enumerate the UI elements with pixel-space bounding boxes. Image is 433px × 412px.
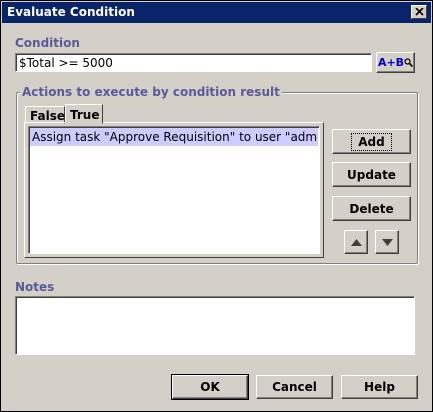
delete-button-label: Delete bbox=[349, 201, 394, 216]
arrow-up-icon bbox=[350, 238, 362, 246]
tab-true[interactable]: True bbox=[65, 104, 103, 124]
actions-group-label: Actions to execute by condition result bbox=[20, 85, 282, 99]
tab-true-label: True bbox=[70, 108, 100, 122]
expression-button-label: A+B bbox=[377, 56, 405, 69]
actions-list[interactable]: Assign task "Approve Requisition" to use… bbox=[28, 126, 320, 254]
tab-panel-true: Assign task "Approve Requisition" to use… bbox=[24, 122, 324, 258]
notes-label: Notes bbox=[15, 280, 55, 294]
evaluate-condition-dialog: Evaluate Condition Condition A+B Actions… bbox=[0, 0, 433, 412]
title-bar[interactable]: Evaluate Condition bbox=[2, 2, 431, 23]
close-button[interactable] bbox=[411, 5, 427, 19]
notes-field[interactable] bbox=[15, 296, 415, 355]
update-button-label: Update bbox=[347, 167, 396, 182]
move-up-button[interactable] bbox=[344, 230, 368, 254]
condition-input[interactable] bbox=[16, 54, 371, 71]
cancel-button[interactable]: Cancel bbox=[256, 375, 333, 399]
magnifier-icon bbox=[404, 58, 414, 67]
ok-button[interactable]: OK bbox=[171, 374, 249, 400]
expression-builder-button[interactable]: A+B bbox=[376, 52, 415, 73]
add-button-label: Add bbox=[351, 132, 392, 151]
tab-false-label: False bbox=[30, 109, 65, 123]
help-button[interactable]: Help bbox=[341, 375, 418, 399]
help-button-label: Help bbox=[364, 380, 395, 394]
condition-field[interactable] bbox=[15, 53, 372, 72]
list-item[interactable]: Assign task "Approve Requisition" to use… bbox=[30, 128, 318, 146]
move-down-button[interactable] bbox=[375, 230, 399, 254]
arrow-down-icon bbox=[381, 238, 393, 246]
delete-button[interactable]: Delete bbox=[332, 196, 411, 221]
cancel-button-label: Cancel bbox=[272, 380, 317, 394]
condition-label: Condition bbox=[15, 36, 80, 50]
update-button[interactable]: Update bbox=[332, 162, 411, 187]
add-button[interactable]: Add bbox=[332, 129, 411, 154]
window-title: Evaluate Condition bbox=[7, 5, 135, 19]
ok-button-label: OK bbox=[200, 380, 220, 394]
close-icon bbox=[415, 8, 424, 16]
